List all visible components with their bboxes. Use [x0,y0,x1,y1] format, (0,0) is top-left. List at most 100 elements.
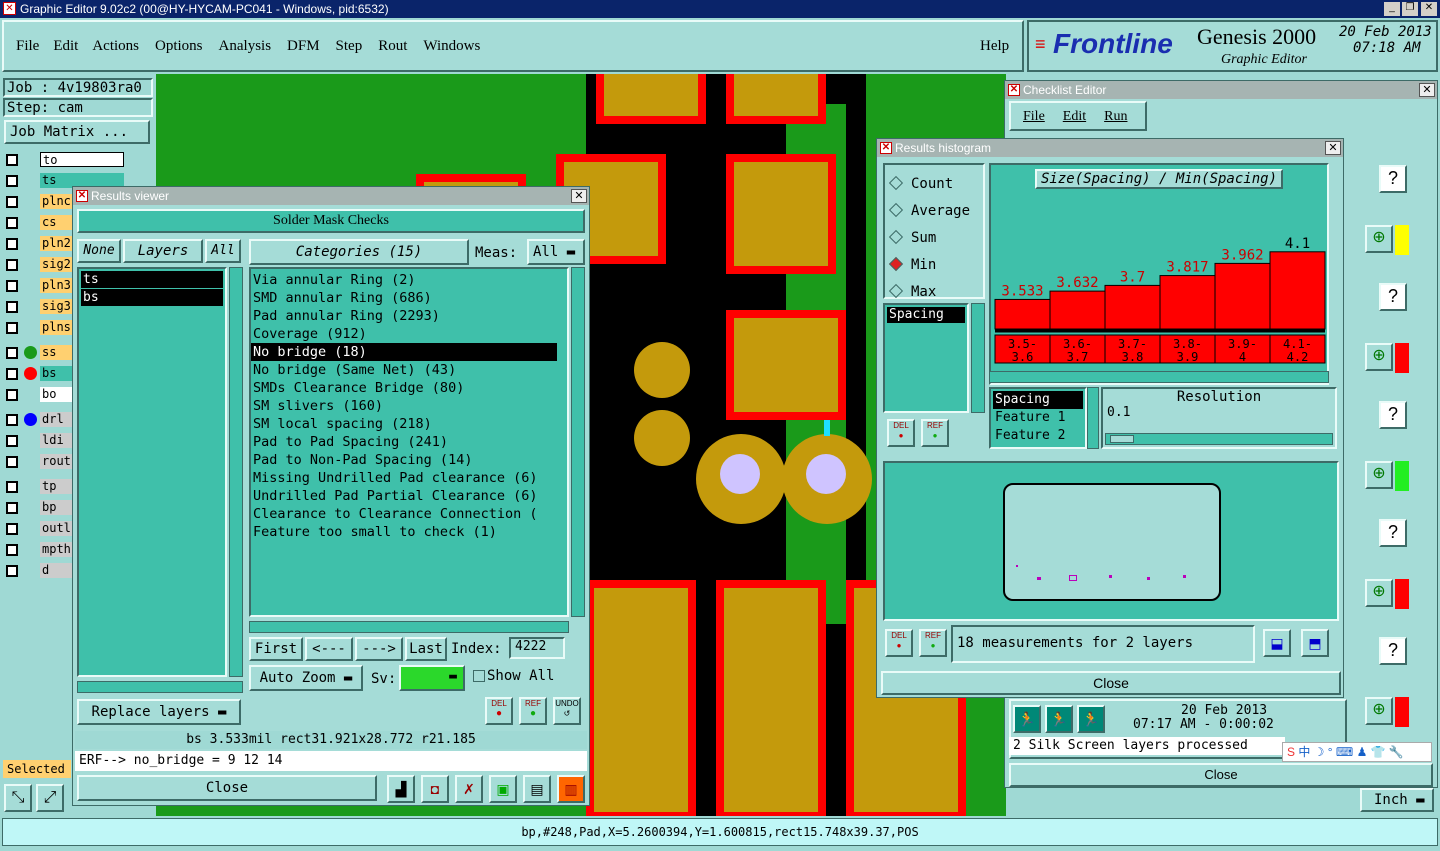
zoom-icon[interactable]: ⊕ [1365,225,1393,253]
hist-del-button[interactable]: DEL ● [887,419,915,447]
histogram-option-count[interactable]: Count [888,171,983,198]
attr-scrollbar[interactable] [1087,387,1099,449]
help-icon[interactable]: ? [1379,519,1407,547]
menu-dfm[interactable]: DFM [287,38,320,55]
job-matrix-button[interactable]: Job Matrix ... [4,120,150,144]
run-icon-2[interactable]: 🏃 [1045,705,1073,733]
histogram-list-item[interactable]: Spacing [887,307,965,323]
layer-checkbox[interactable] [6,565,18,577]
layer-row-to[interactable]: to [4,152,124,168]
radio-icon[interactable] [888,202,904,218]
close-icon[interactable]: ✕ [1419,83,1435,97]
menu-step[interactable]: Step [336,38,363,55]
preview-del-button[interactable]: DEL ● [885,629,913,657]
category-item[interactable]: No bridge (Same Net) (43) [251,361,567,379]
hist-ref-button[interactable]: REF ● [921,419,949,447]
ime-toolbar[interactable]: S 中 ☽ ° ⌨ ♟ 👕 🔧 [1282,742,1432,762]
ref-button[interactable]: REF ● [519,697,547,725]
radio-icon[interactable] [888,256,904,272]
checklist-close-button[interactable]: Close [1009,763,1433,787]
menu-options[interactable]: Options [155,38,203,55]
minimize-icon[interactable]: _ [1384,2,1400,16]
layer-checkbox[interactable] [6,435,18,447]
run-icon-1[interactable]: 🏃 [1013,705,1041,733]
category-item[interactable]: Pad annular Ring (2293) [251,307,567,325]
category-item[interactable]: Missing Undrilled Pad clearance (6) [251,469,567,487]
attr-list[interactable]: Spacing Feature 1 Feature 2 [989,387,1087,449]
layer-checkbox[interactable] [6,301,18,313]
layer-checkbox[interactable] [6,414,18,426]
histogram-icon[interactable]: ▥ [557,775,585,803]
category-item[interactable]: SMDs Clearance Bridge (80) [251,379,567,397]
layer-checkbox[interactable] [6,347,18,359]
histogram-option-max[interactable]: Max [888,279,983,306]
histogram-option-sum[interactable]: Sum [888,225,983,252]
zoom-area-icon[interactable]: ⤢ [36,784,64,812]
close-icon[interactable]: ✕ [1325,141,1341,155]
layer-checkbox[interactable] [6,280,18,292]
category-item[interactable]: SMD annular Ring (686) [251,289,567,307]
next-button[interactable]: ---> [355,637,403,661]
category-item[interactable]: Clearance to Clearance Connection ( [251,505,567,523]
first-button[interactable]: First [249,637,303,661]
category-item[interactable]: SM local spacing (218) [251,415,567,433]
layer-checkbox[interactable] [6,175,18,187]
category-item[interactable]: No bridge (18) [251,343,557,361]
help-icon[interactable]: ? [1379,165,1407,193]
histogram-option-min[interactable]: Min [888,252,983,279]
show-all-checkbox[interactable] [473,670,485,682]
menu-edit[interactable]: Edit [53,38,78,55]
close-button[interactable]: Close [77,775,377,801]
sv-color-select[interactable]: ▬ [399,665,465,691]
result-layer-item[interactable]: bs [81,289,223,306]
auto-zoom-select[interactable]: Auto Zoom ▬ [249,665,363,691]
category-item[interactable]: Pad to Non-Pad Spacing (14) [251,451,567,469]
step-icon[interactable]: ▣ [489,775,517,803]
histogram-list-scrollbar[interactable] [971,303,985,413]
radio-icon[interactable] [888,229,904,245]
attr-item[interactable]: Feature 1 [993,409,1083,427]
resolution-slider[interactable] [1105,433,1333,445]
layer-checkbox[interactable] [6,196,18,208]
layer-checkbox[interactable] [6,322,18,334]
preview-ref-button[interactable]: REF ● [919,629,947,657]
run-icon-3[interactable]: 🏃 [1077,705,1105,733]
maximize-icon[interactable]: ❐ [1402,2,1418,16]
layer-checkbox[interactable] [6,502,18,514]
layers-hscroll[interactable] [77,681,243,693]
layers-listbox[interactable]: ts bs [77,267,227,677]
none-button[interactable]: None [77,239,121,263]
category-item[interactable]: Coverage (912) [251,325,567,343]
chart-hscroll[interactable] [989,371,1329,383]
zoom-icon[interactable]: ⊕ [1365,697,1393,725]
prev-button[interactable]: <--- [305,637,353,661]
layer-checkbox[interactable] [6,217,18,229]
menu-actions[interactable]: Actions [92,38,139,55]
categories-scrollbar[interactable] [571,267,585,617]
close-icon[interactable]: ✕ [1421,2,1437,16]
help-icon[interactable]: ? [1379,283,1407,311]
layer-checkbox[interactable] [6,259,18,271]
fig-icon-1[interactable]: ▟ [387,775,415,803]
zoom-icon[interactable]: ⊕ [1365,579,1393,607]
categories-hscroll[interactable] [249,621,569,633]
units-select[interactable]: Inch ▬ [1360,788,1434,812]
menu-help[interactable]: Help [980,38,1009,55]
last-button[interactable]: Last [405,637,447,661]
menu-windows[interactable]: Windows [423,38,480,55]
histogram-close-button[interactable]: Close [881,671,1341,695]
categories-listbox[interactable]: Via annular Ring (2) SMD annular Ring (68… [249,267,569,617]
zoom-icon[interactable]: ⊕ [1365,461,1393,489]
menu-analysis[interactable]: Analysis [219,38,272,55]
del-button[interactable]: DEL ● [485,697,513,725]
zoom-icon[interactable]: ⊕ [1365,343,1393,371]
close-icon[interactable]: ✕ [571,189,587,203]
layer-checkbox[interactable] [6,544,18,556]
checklist-menu-edit[interactable]: Edit [1063,109,1086,125]
category-item[interactable]: Pad to Pad Spacing (241) [251,433,567,451]
radio-icon[interactable] [888,283,904,299]
all-layers-button[interactable]: All [205,239,241,263]
layer-checkbox[interactable] [6,238,18,250]
layer-checkbox[interactable] [6,368,18,380]
layer-checkbox[interactable] [6,481,18,493]
